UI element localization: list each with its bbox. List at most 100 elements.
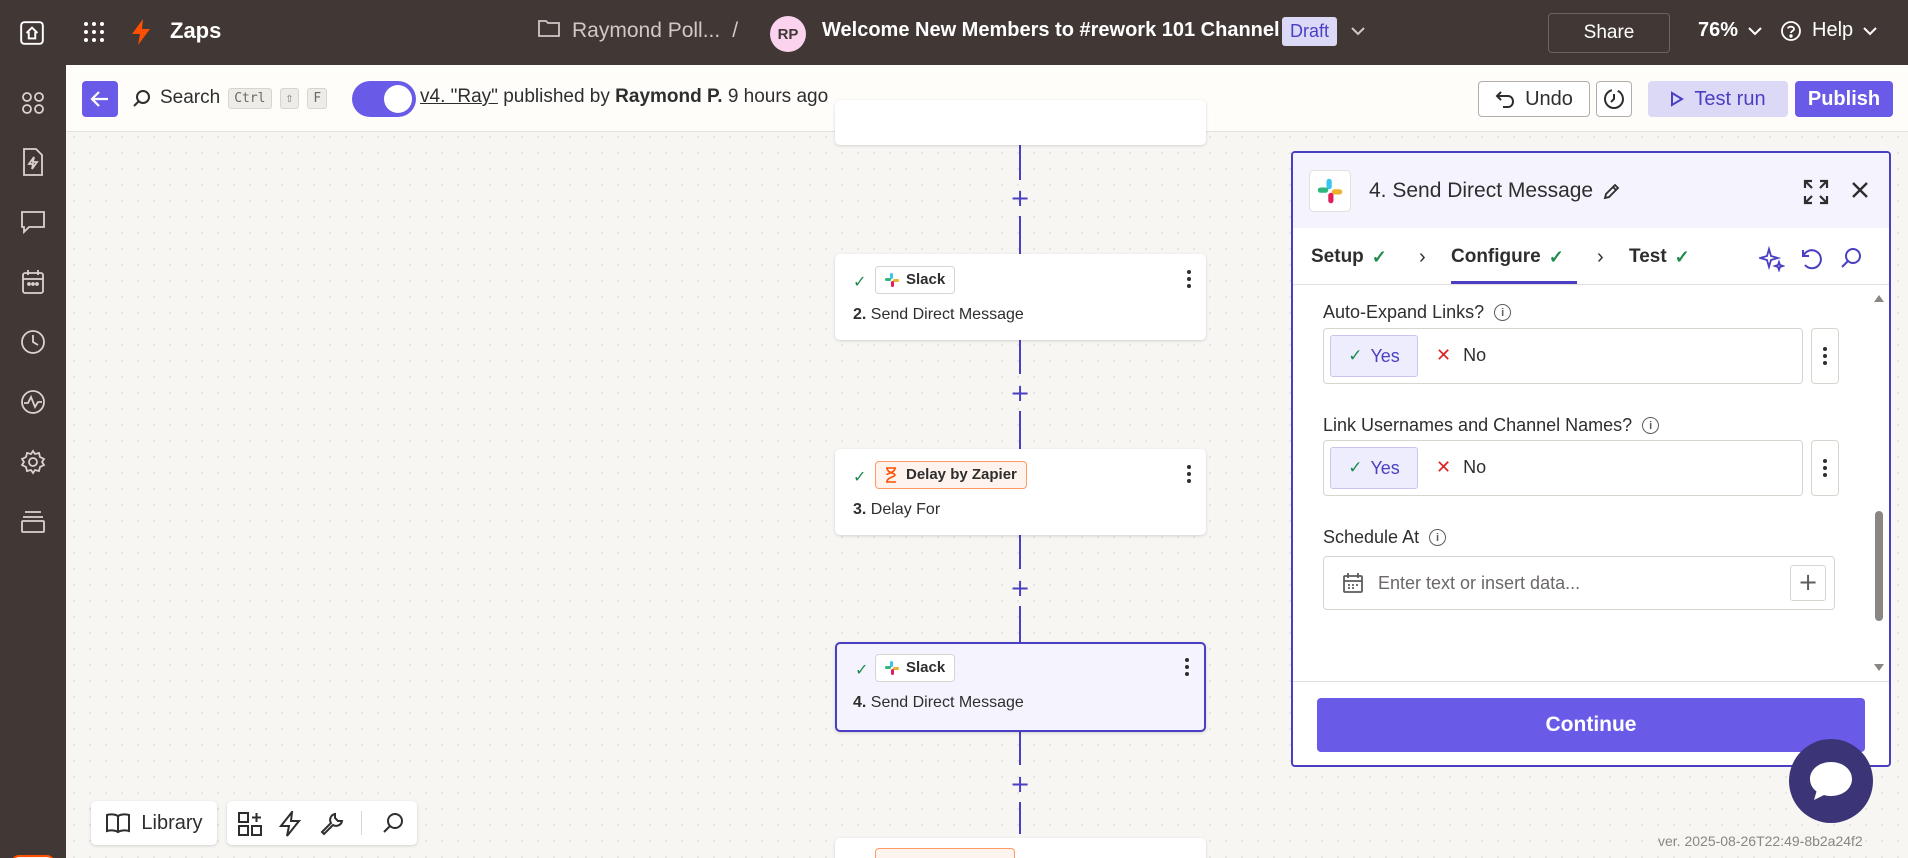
info-icon[interactable]: i (1642, 417, 1660, 434)
panel-header: 4. Send Direct Message (1293, 153, 1889, 228)
interfaces-icon[interactable] (18, 207, 48, 237)
version-link[interactable]: v4. "Ray" (420, 86, 498, 107)
search-icon[interactable] (381, 811, 405, 835)
help-menu[interactable]: Help (1780, 19, 1877, 42)
library-button[interactable]: Library (91, 801, 217, 845)
search-icon[interactable] (1839, 246, 1863, 270)
publish-button[interactable]: Publish (1795, 81, 1893, 117)
yes-option[interactable]: ✓ Yes (1330, 335, 1418, 377)
ai-sparkle-icon[interactable] (1759, 246, 1785, 272)
check-icon: ✓ (855, 662, 869, 679)
zoom-dropdown[interactable]: 76% (1698, 19, 1762, 42)
yes-option[interactable]: ✓ Yes (1330, 447, 1418, 489)
app-name: Slack (906, 659, 946, 676)
time-ago: 9 hours ago (727, 86, 829, 107)
step-card-5[interactable] (835, 838, 1206, 858)
panel-scrollbar[interactable] (1871, 293, 1887, 673)
apps-grid-icon[interactable] (82, 20, 106, 49)
add-step-plus-icon[interactable]: + (1008, 576, 1032, 600)
step-card-2[interactable]: ✓ Slack 2. Send Direct Message (835, 254, 1206, 340)
search-button[interactable]: Search Ctrl ⇧ F (132, 87, 328, 109)
panel-title[interactable]: 4. Send Direct Message (1369, 179, 1621, 203)
scrollbar-thumb[interactable] (1875, 511, 1883, 621)
history-icon[interactable] (18, 327, 48, 357)
wrench-icon[interactable] (319, 811, 345, 837)
tab-test[interactable]: Test ✓ (1629, 246, 1690, 268)
connector-line (1019, 802, 1021, 834)
zaps-icon[interactable] (18, 147, 48, 177)
step-card-3[interactable]: ✓ Delay by Zapier 3. Delay For (835, 449, 1206, 535)
no-option[interactable]: ✕ No (1436, 345, 1486, 366)
step-title-text: Delay For (870, 501, 941, 518)
folder-icon (538, 18, 560, 44)
app-name: Slack (906, 271, 946, 288)
check-icon: ✓ (1674, 246, 1690, 267)
shortcut-key: ⇧ (279, 87, 300, 109)
no-option[interactable]: ✕ No (1436, 457, 1486, 478)
version-history-button[interactable] (1596, 81, 1632, 117)
app-title[interactable]: Zaps (170, 18, 221, 44)
more-options-icon[interactable] (1186, 465, 1192, 486)
step-card-4[interactable]: ✓ Slack 4. Send Direct Message (835, 642, 1206, 732)
settings-gear-icon[interactable] (18, 447, 48, 477)
scroll-up-icon[interactable] (1873, 293, 1885, 303)
info-icon[interactable]: i (1494, 304, 1512, 321)
toggle-knob (384, 85, 412, 113)
slack-icon (1309, 170, 1351, 212)
test-run-button[interactable]: Test run (1648, 81, 1788, 117)
add-components-icon[interactable] (237, 811, 263, 837)
field-options-button[interactable] (1811, 440, 1839, 496)
add-step-plus-icon[interactable]: + (1008, 186, 1032, 210)
tab-configure[interactable]: Configure ✓ (1451, 246, 1564, 268)
home-icon[interactable] (14, 15, 50, 51)
schedule-at-input[interactable]: Enter text or insert data... + (1323, 556, 1835, 610)
status-badge: Draft (1282, 17, 1338, 46)
breadcrumb: Raymond Poll... / (538, 18, 738, 44)
more-options-icon[interactable] (1184, 658, 1190, 679)
tab-setup[interactable]: Setup ✓ (1311, 246, 1387, 268)
back-button[interactable] (82, 81, 118, 117)
share-button[interactable]: Share (1548, 13, 1670, 53)
insert-data-plus-icon[interactable]: + (1790, 565, 1826, 601)
zap-name[interactable]: Welcome New Members to #rework 101 Chann… (822, 19, 1280, 42)
scroll-down-icon[interactable] (1873, 663, 1885, 673)
refresh-icon[interactable] (1799, 246, 1823, 272)
templates-icon[interactable] (18, 507, 48, 537)
connector-line (1019, 535, 1021, 569)
field-label-schedule-at: Schedule At i (1323, 527, 1447, 548)
step-editor-panel: 4. Send Direct Message Setup ✓ › Configur… (1291, 151, 1891, 767)
search-label: Search (160, 87, 221, 108)
expand-icon[interactable] (1803, 179, 1829, 205)
author-name: Raymond P. (615, 86, 723, 107)
step-card-1[interactable] (835, 100, 1206, 145)
chat-support-button[interactable] (1789, 739, 1873, 823)
pencil-edit-icon[interactable] (1603, 182, 1621, 200)
search-icon (133, 90, 150, 107)
add-step-plus-icon[interactable]: + (1008, 772, 1032, 796)
info-icon[interactable]: i (1429, 529, 1447, 546)
app-badge (875, 848, 1015, 858)
bolt-icon[interactable] (279, 811, 301, 837)
tables-icon[interactable] (18, 267, 48, 297)
close-icon[interactable] (1849, 179, 1871, 201)
continue-button[interactable]: Continue (1317, 698, 1865, 752)
no-label: No (1463, 345, 1487, 365)
connector-line (1019, 216, 1021, 254)
connector-line (1019, 731, 1021, 765)
check-icon: ✓ (1348, 458, 1363, 477)
field-options-button[interactable] (1811, 328, 1839, 384)
breadcrumb-separator: / (732, 19, 739, 42)
zap-on-toggle[interactable] (352, 81, 416, 117)
chevron-down-icon[interactable] (1350, 24, 1366, 42)
step-title: 3. Delay For (853, 501, 940, 519)
folder-name[interactable]: Raymond Poll... (572, 19, 720, 43)
test-run-label: Test run (1694, 87, 1766, 110)
undo-button[interactable]: Undo (1478, 81, 1590, 117)
apps-icon[interactable] (18, 88, 48, 118)
more-options-icon[interactable] (1186, 270, 1192, 291)
avatar[interactable]: RP (770, 16, 806, 52)
step-title: 2. Send Direct Message (853, 306, 1024, 324)
add-step-plus-icon[interactable]: + (1008, 381, 1032, 405)
activity-icon[interactable] (18, 387, 48, 417)
undo-icon (1495, 91, 1515, 108)
